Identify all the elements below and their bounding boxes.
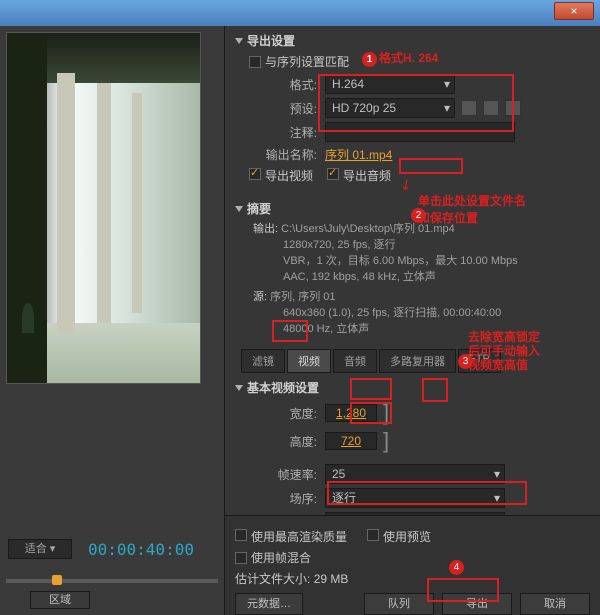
annotation-badge: 3 — [458, 354, 473, 369]
playhead[interactable] — [52, 575, 62, 585]
import-preset-icon[interactable] — [483, 100, 499, 116]
summary-output-path: C:\Users\July\Desktop\序列 01.mp4 — [281, 223, 455, 235]
annotation-badge: 4 — [449, 560, 464, 575]
height-input[interactable]: 720 — [325, 432, 377, 450]
match-sequence-checkbox[interactable] — [249, 56, 261, 68]
output-name-label: 输出名称: — [235, 146, 325, 163]
field-order-label: 场序: — [235, 490, 325, 507]
format-label: 格式: — [235, 76, 325, 93]
max-quality-checkbox[interactable] — [235, 529, 247, 541]
summary-source-res: 640x360 (1.0), 25 fps, 逐行扫描, 00:00:40:00 — [253, 305, 590, 321]
queue-button[interactable]: 队列 — [364, 593, 434, 615]
cancel-button[interactable]: 取消 — [520, 593, 590, 615]
comment-label: 注释: — [235, 124, 325, 141]
timecode[interactable]: 00:00:40:00 — [88, 540, 194, 559]
fps-label: 帧速率: — [235, 466, 325, 483]
chevron-down-icon — [235, 206, 243, 212]
export-button[interactable]: 导出 — [442, 593, 512, 615]
summary-output-audio: AAC, 192 kbps, 48 kHz, 立体声 — [253, 269, 590, 285]
annotation-badge: 2 — [411, 208, 426, 223]
basic-video-header: 基本视频设置 — [247, 379, 319, 396]
fps-dropdown[interactable]: 25 — [325, 464, 505, 484]
settings-panel: 导出设置 与序列设置匹配 格式:H.264 预设:HD 720p 25 注释: … — [225, 26, 600, 615]
tab-source-region[interactable]: 区域 — [30, 591, 90, 609]
save-preset-icon[interactable] — [461, 100, 477, 116]
metadata-button[interactable]: 元数据… — [235, 593, 303, 615]
export-video-label: 导出视频 — [265, 169, 313, 183]
field-order-dropdown[interactable]: 逐行 — [325, 488, 505, 508]
export-audio-label: 导出音频 — [343, 169, 391, 183]
use-preview-checkbox[interactable] — [367, 529, 379, 541]
chevron-down-icon — [235, 38, 243, 44]
timeline-track[interactable] — [6, 579, 218, 583]
summary-source-audio: 48000 Hz, 立体声 — [253, 321, 590, 337]
est-size-value: 29 MB — [314, 572, 349, 586]
preset-dropdown[interactable]: HD 720p 25 — [325, 98, 455, 118]
export-audio-checkbox[interactable] — [327, 168, 339, 180]
summary-source-seq: 序列, 序列 01 — [270, 291, 335, 303]
height-label: 高度: — [235, 433, 325, 450]
delete-preset-icon[interactable] — [505, 100, 521, 116]
frame-blend-label: 使用帧混合 — [251, 549, 311, 566]
output-name-link[interactable]: 序列 01.mp4 — [325, 146, 392, 163]
tab-multiplexer[interactable]: 多路复用器 — [379, 349, 456, 373]
comment-input[interactable] — [325, 122, 515, 142]
summary-header: 摘要 — [247, 200, 271, 217]
fit-dropdown[interactable]: 适合 — [8, 539, 72, 559]
preset-label: 预设: — [235, 100, 325, 117]
chevron-down-icon — [235, 385, 243, 391]
max-quality-label: 使用最高渲染质量 — [251, 530, 347, 544]
tab-video[interactable]: 视频 — [287, 349, 331, 373]
summary-output-res: 1280x720, 25 fps, 逐行 — [253, 237, 590, 253]
tab-filter[interactable]: 滤镜 — [241, 349, 285, 373]
use-preview-label: 使用预览 — [383, 530, 431, 544]
width-label: 宽度: — [235, 405, 325, 422]
match-sequence-label: 与序列设置匹配 — [265, 53, 349, 70]
format-dropdown[interactable]: H.264 — [325, 74, 455, 94]
width-input[interactable]: 1,280 — [325, 404, 377, 422]
video-preview — [6, 32, 201, 384]
tab-audio[interactable]: 音频 — [333, 349, 377, 373]
frame-blend-checkbox[interactable] — [235, 552, 247, 564]
summary-source-label: 源: — [253, 291, 267, 303]
close-button[interactable]: × — [554, 2, 594, 20]
export-settings-header: 导出设置 — [247, 32, 295, 49]
preview-panel: 适合 00:00:40:00 区域 — [0, 26, 225, 615]
summary-output-vbr: VBR，1 次，目标 6.00 Mbps，最大 10.00 Mbps — [253, 253, 590, 269]
export-video-checkbox[interactable] — [249, 168, 261, 180]
summary-output-label: 输出: — [253, 223, 278, 235]
est-size-label: 估计文件大小: — [235, 570, 310, 587]
